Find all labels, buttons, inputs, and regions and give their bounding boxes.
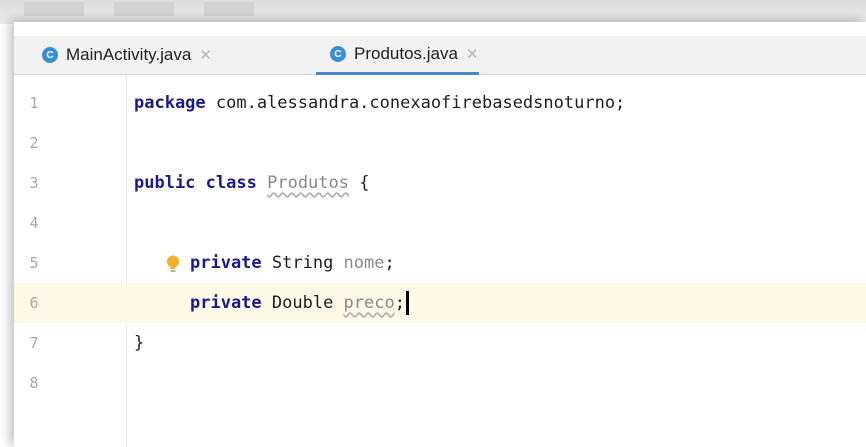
editor-window: C MainActivity.java ✕ C Produtos.java ✕ …	[14, 22, 866, 447]
field-name: preco	[343, 293, 395, 313]
package-name: com.alessandra.conexaofirebasedsnoturno;	[205, 93, 626, 113]
class-name: Produtos	[267, 173, 349, 193]
line-number: 5	[29, 254, 39, 272]
line-number: 6	[29, 294, 39, 312]
line-number: 7	[29, 334, 39, 352]
java-class-icon: C	[330, 46, 346, 62]
semicolon: ;	[384, 253, 395, 273]
code-line[interactable]: 2	[14, 123, 866, 163]
tab-mainactivity[interactable]: C MainActivity.java ✕	[28, 36, 212, 74]
keyword: class	[205, 173, 257, 193]
line-number: 3	[29, 174, 39, 192]
code-line-current[interactable]: 6 private Double preco;	[14, 283, 866, 323]
keyword: private	[190, 293, 262, 313]
line-number: 2	[29, 134, 39, 152]
type-name: String	[261, 253, 344, 273]
brace: }	[134, 333, 145, 353]
semicolon: ;	[394, 293, 405, 313]
close-icon[interactable]: ✕	[199, 46, 212, 64]
code-line[interactable]: 3 public class Produtos {	[14, 163, 866, 203]
breadcrumb	[24, 2, 254, 16]
tab-label: Produtos.java	[354, 44, 458, 63]
line-number: 1	[29, 94, 39, 112]
java-class-icon: C	[42, 47, 58, 63]
type-name: Double	[261, 293, 344, 313]
tab-label: MainActivity.java	[66, 45, 192, 64]
code-line[interactable]: 5 private String nome;	[14, 243, 866, 283]
field-name: nome	[343, 253, 385, 273]
keyword: private	[190, 253, 262, 273]
keyword: package	[134, 93, 206, 113]
code-line[interactable]: 4	[14, 203, 866, 243]
code-editor[interactable]: 1 package com.alessandra.conexaofirebase…	[14, 75, 866, 447]
tab-produtos[interactable]: C Produtos.java ✕	[316, 36, 479, 75]
code-line[interactable]: 8	[14, 363, 866, 403]
code-line[interactable]: 7 }	[14, 323, 866, 363]
lightbulb-icon[interactable]	[166, 255, 180, 273]
line-number: 8	[29, 374, 39, 392]
close-icon[interactable]: ✕	[466, 45, 479, 63]
brace: {	[349, 173, 370, 193]
line-number: 4	[29, 214, 39, 232]
window-title-bar	[0, 0, 866, 24]
text-cursor	[405, 291, 409, 315]
keyword: public	[134, 173, 196, 193]
editor-tab-bar: C MainActivity.java ✕ C Produtos.java ✕	[14, 36, 866, 75]
code-line[interactable]: 1 package com.alessandra.conexaofirebase…	[14, 83, 866, 123]
